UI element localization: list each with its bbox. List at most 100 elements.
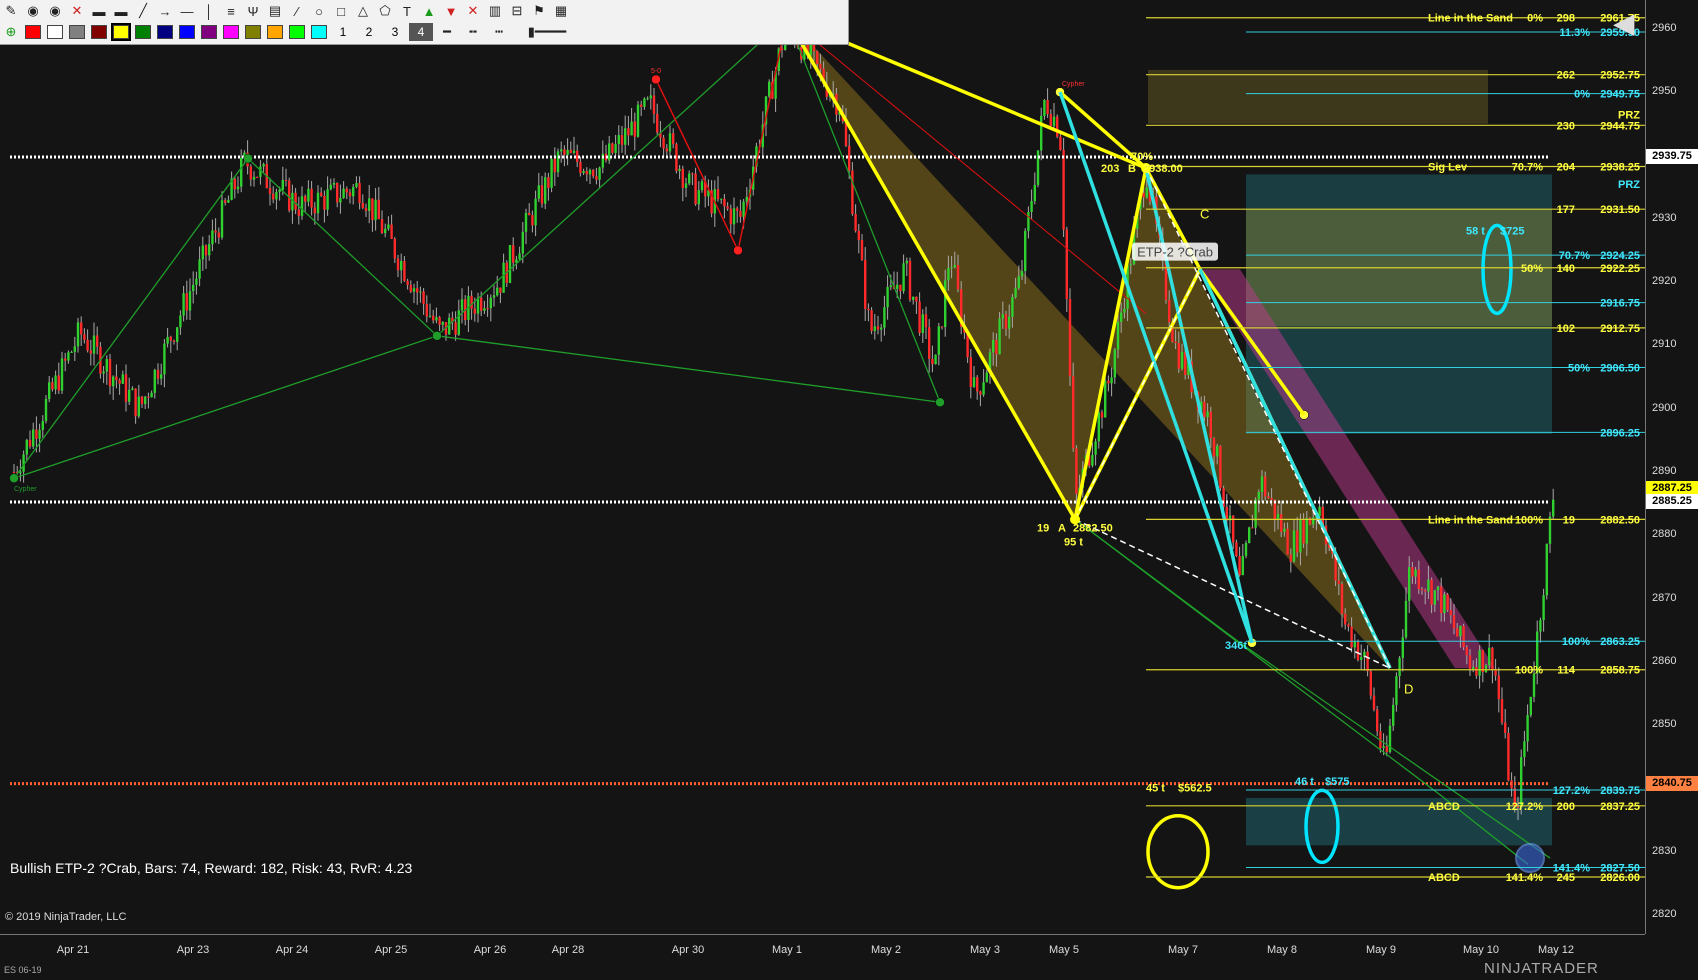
time-axis[interactable]: Apr 21 Apr 23 Apr 24 Apr 25 Apr 26 Apr 28 Apr … [0, 934, 1645, 980]
color-swatch[interactable] [135, 25, 151, 39]
candle-body [384, 228, 387, 234]
color-swatch[interactable] [201, 25, 217, 39]
eye-icon[interactable]: ◉ [22, 1, 44, 21]
color-swatch[interactable] [25, 25, 41, 39]
color-swatch[interactable] [111, 23, 131, 41]
arrow-line-icon[interactable]: → [154, 1, 176, 21]
vertical-line-icon[interactable]: │ [198, 1, 220, 21]
text-icon[interactable]: T [396, 1, 418, 21]
price-axis[interactable]: 2820283028402850286028702880289029002910… [1645, 0, 1698, 934]
candle-body [172, 340, 176, 342]
color-swatch[interactable] [289, 25, 305, 39]
draw-color-blue-icon[interactable]: ▬ [88, 1, 110, 21]
eye-icon[interactable]: ◉ [44, 1, 66, 21]
gann-fan-icon[interactable]: ⁄ [286, 1, 308, 21]
line-width-option[interactable]: 1 [331, 23, 355, 41]
candle-body [688, 173, 691, 184]
draw-color-red-icon[interactable]: ▬ [110, 1, 132, 21]
line-style-dashed-icon[interactable]: ╍ [460, 22, 486, 42]
color-swatch[interactable] [311, 25, 327, 39]
region-icon[interactable]: ▥ [484, 1, 506, 21]
line-width-option[interactable]: 4 [409, 23, 433, 41]
cross-icon[interactable]: ✕ [462, 1, 484, 21]
price-tick-label: 2920 [1652, 275, 1677, 287]
candle-body [1267, 496, 1270, 499]
line-width-option[interactable]: 2 [357, 23, 381, 41]
fib-level-pct: 50% [1521, 263, 1543, 275]
candle-body [995, 340, 998, 355]
candle-body [217, 232, 220, 238]
pencil-icon[interactable]: ✎ [0, 1, 22, 21]
pitchfork-icon[interactable]: Ψ [242, 1, 264, 21]
candle-body [108, 359, 112, 387]
color-swatch[interactable] [47, 25, 63, 39]
candle-body [742, 201, 745, 217]
color-swatch[interactable] [157, 25, 173, 39]
chart-nav-icon[interactable]: ◀ [1614, 8, 1634, 39]
candle-body [336, 182, 339, 203]
color-picker-icon[interactable]: ▦ [550, 1, 572, 21]
candle-body [716, 189, 720, 200]
opacity-slider[interactable]: ▮━━━━ [512, 22, 582, 42]
polygon-icon[interactable]: ⬠ [374, 1, 396, 21]
time-tick-label: May 7 [1168, 944, 1198, 956]
color-swatch[interactable] [91, 25, 107, 39]
candle-body [640, 104, 643, 107]
candle-body [1052, 116, 1056, 126]
candle-body [368, 198, 371, 212]
flag-icon[interactable]: ⚑ [528, 1, 550, 21]
candle-body [998, 318, 1001, 355]
candle-body [976, 377, 979, 392]
horizontal-line-icon[interactable]: — [176, 1, 198, 21]
candle-body [156, 369, 160, 379]
cyan-level-price: 2863.25 [1600, 636, 1640, 648]
channel-icon[interactable]: ▤ [264, 1, 286, 21]
candle-body [672, 133, 675, 145]
plot-background [0, 0, 1645, 934]
prz-label: PRZ [1618, 109, 1640, 121]
color-swatch[interactable] [69, 25, 85, 39]
fibonacci-icon[interactable]: ≡ [220, 1, 242, 21]
candle-body [652, 95, 656, 114]
add-icon[interactable]: ⊕ [0, 22, 22, 42]
delete-icon[interactable]: ✕ [66, 1, 88, 21]
price-tick-label: 2950 [1652, 85, 1677, 98]
pivot-a-label: A [1058, 522, 1066, 534]
candle-body [720, 198, 723, 200]
price-chart[interactable]: Line in the Sand 0% 298 2961.75262 2952.7523… [0, 0, 1698, 979]
ellipse-icon[interactable]: ○ [308, 1, 330, 21]
fib-level-price: 2858.75 [1600, 665, 1640, 677]
candle-body [240, 157, 243, 187]
candle-body [163, 343, 166, 375]
candle-body [620, 135, 624, 145]
color-swatch[interactable] [223, 25, 239, 39]
color-swatch[interactable] [179, 25, 195, 39]
candle-body [480, 297, 483, 311]
candle-body [473, 308, 476, 314]
ruler-icon[interactable]: ⊟ [506, 1, 528, 21]
candle-body [128, 389, 131, 402]
triangle-icon[interactable]: △ [352, 1, 374, 21]
candle-body [540, 185, 544, 204]
candle-body [649, 95, 652, 99]
pivot-a-bar: 19 [1037, 522, 1049, 534]
candle-body [32, 429, 35, 447]
candle-body [726, 206, 729, 209]
candle-body [73, 346, 76, 352]
candle-body [1504, 722, 1507, 733]
candle-body [1100, 412, 1104, 418]
candle-body [579, 161, 582, 173]
line-icon[interactable]: ╱ [132, 1, 154, 21]
pattern-pivot [9, 473, 19, 483]
color-swatch[interactable] [267, 25, 283, 39]
arrow-down-icon[interactable]: ▼ [440, 1, 462, 21]
line-style-solid-icon[interactable]: ━ [434, 22, 460, 42]
color-swatch[interactable] [245, 25, 261, 39]
time-tick-label: May 5 [1049, 944, 1079, 956]
candle-body [1292, 530, 1296, 562]
line-width-option[interactable]: 3 [383, 23, 407, 41]
candle-body [1241, 555, 1244, 576]
rectangle-icon[interactable]: □ [330, 1, 352, 21]
arrow-up-icon[interactable]: ▲ [418, 1, 440, 21]
line-style-dotted-icon[interactable]: ┅ [486, 22, 512, 42]
